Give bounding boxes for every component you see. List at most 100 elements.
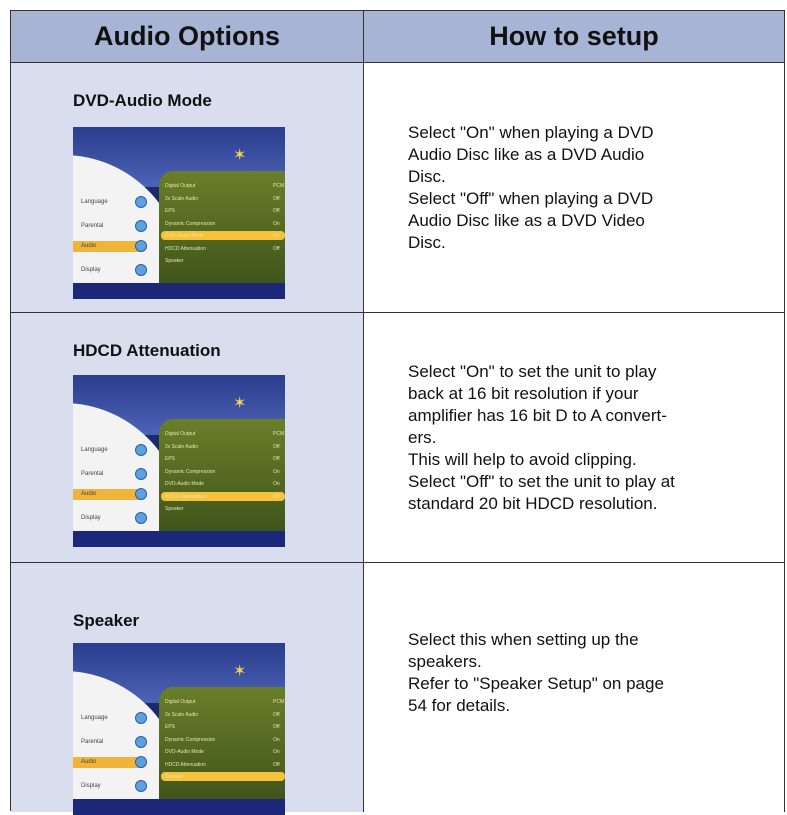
menu-item: EPS xyxy=(165,456,176,462)
menu-screenshot: ✶ Language Parental Audio Display Digital Out… xyxy=(73,643,285,815)
table-row: DVD-Audio Mode ✶ Language Parental Audio Dis… xyxy=(11,63,785,313)
setup-cell: Select "On" to set the unit to play back… xyxy=(364,313,785,563)
menu-side-bullet-icon xyxy=(135,512,147,524)
menu-item-value: Off xyxy=(273,195,280,202)
menu-item: Dynamic Compression xyxy=(165,468,216,475)
disc-icon: ✶ xyxy=(233,663,247,680)
option-title: Speaker xyxy=(73,611,140,630)
desc-line: ers. xyxy=(408,427,437,447)
menu-item: Speaker xyxy=(165,506,184,512)
option-title: DVD-Audio Mode xyxy=(73,91,212,110)
desc-line: Select this when setting up the xyxy=(408,629,639,649)
menu-item-value: On xyxy=(273,481,280,487)
disc-icon: ✶ xyxy=(233,395,247,412)
option-cell: Speaker ✶ Language Parental Audio Display Dig… xyxy=(11,563,364,815)
menu-item: Dynamic Compression xyxy=(165,220,216,227)
menu-item: Digital Output xyxy=(165,183,196,189)
menu-side-item: Language xyxy=(81,199,108,205)
menu-side-item: Audio xyxy=(81,243,97,249)
desc-line: Select "On" to set the unit to play xyxy=(408,361,657,381)
menu-item-value: On xyxy=(273,220,280,227)
menu-side-item: Display xyxy=(81,515,101,521)
menu-item: DVD-Audio Mode xyxy=(165,481,204,487)
menu-item: 2x Scale Audio xyxy=(165,195,199,202)
menu-side-bullet-icon xyxy=(135,240,147,252)
menu-side-item: Audio xyxy=(81,491,97,497)
menu-item-value: Off xyxy=(273,711,280,718)
menu-side-bullet-icon xyxy=(135,444,147,456)
menu-item-value: On xyxy=(273,736,280,743)
menu-side-item: Parental xyxy=(81,471,104,477)
option-cell: HDCD Attenuation ✶ Language Parental Audio D… xyxy=(11,313,364,563)
menu-item-value: Off xyxy=(273,493,280,500)
desc-line: standard 20 bit HDCD resolution. xyxy=(408,493,658,513)
menu-item: Digital Output xyxy=(165,431,196,437)
setup-cell: Select "On" when playing a DVD Audio Dis… xyxy=(364,63,785,313)
desc-line: Select "Off" when playing a DVD xyxy=(408,188,654,208)
audio-options-table: Audio Options How to setup DVD-Audio Mod… xyxy=(10,10,785,815)
menu-side-item: Display xyxy=(81,267,101,273)
menu-side-bullet-icon xyxy=(135,736,147,748)
menu-side-item: Parental xyxy=(81,223,104,229)
disc-icon: ✶ xyxy=(233,147,247,164)
menu-item-value: Off xyxy=(273,245,280,252)
menu-item-value: PCM xyxy=(273,699,285,705)
menu-item: HDCD Attenuation xyxy=(165,245,206,252)
menu-side-bullet-icon xyxy=(135,488,147,500)
desc-line: This will help to avoid clipping. xyxy=(408,449,637,469)
header-audio-options: Audio Options xyxy=(11,11,364,63)
menu-item: HDCD Attenuation xyxy=(165,493,206,500)
menu-item: Speaker xyxy=(165,774,184,780)
desc-line: back at 16 bit resolution if your xyxy=(408,383,639,403)
table-row: Speaker ✶ Language Parental Audio Display Dig… xyxy=(11,563,785,815)
menu-side-bullet-icon xyxy=(135,264,147,276)
menu-bottom-bar xyxy=(73,283,285,299)
menu-item: Digital Output xyxy=(165,699,196,705)
menu-item-value: On xyxy=(273,468,280,475)
desc-line: Audio Disc like as a DVD Audio xyxy=(408,144,645,164)
menu-item-value: Off xyxy=(273,724,280,730)
menu-item: DVD-Audio Mode xyxy=(165,749,204,755)
desc-line: Disc. xyxy=(408,166,446,186)
menu-item: EPS xyxy=(165,208,176,214)
menu-side-bullet-icon xyxy=(135,220,147,232)
menu-item: 2x Scale Audio xyxy=(165,711,199,718)
menu-side-bullet-icon xyxy=(135,780,147,792)
menu-side-item: Language xyxy=(81,447,108,453)
desc-line: amplifier has 16 bit D to A convert- xyxy=(408,405,667,425)
menu-item-value: Off xyxy=(273,443,280,450)
menu-item-value: PCM xyxy=(273,183,285,189)
desc-line: Refer to "Speaker Setup" on page xyxy=(408,673,664,693)
desc-line: Select "Off" to set the unit to play at xyxy=(408,471,675,491)
setup-description: Select this when setting up the speakers… xyxy=(364,629,784,717)
menu-item-value: Off xyxy=(273,456,280,462)
desc-line: Select "On" when playing a DVD xyxy=(408,122,654,142)
menu-item: Dynamic Compression xyxy=(165,736,216,743)
menu-bottom-bar xyxy=(73,799,285,815)
menu-item: Speaker xyxy=(165,258,184,264)
menu-item: EPS xyxy=(165,724,176,730)
menu-side-item: Display xyxy=(81,783,101,789)
menu-item: HDCD Attenuation xyxy=(165,761,206,768)
menu-side-bullet-icon xyxy=(135,756,147,768)
menu-side-bullet-icon xyxy=(135,196,147,208)
menu-item: DVD-Audio Mode xyxy=(165,233,204,239)
desc-line: Disc. xyxy=(408,232,446,252)
menu-side-item: Audio xyxy=(81,759,97,765)
desc-line: Audio Disc like as a DVD Video xyxy=(408,210,645,230)
desc-line: 54 for details. xyxy=(408,695,511,715)
header-how-to-setup: How to setup xyxy=(364,11,785,63)
menu-screenshot: ✶ Language Parental Audio Display Digital Out… xyxy=(73,127,285,299)
setup-description: Select "On" to set the unit to play back… xyxy=(364,361,784,515)
menu-item-value: On xyxy=(273,233,280,239)
menu-side-bullet-icon xyxy=(135,712,147,724)
menu-item-value: Off xyxy=(273,208,280,214)
menu-item-value: PCM xyxy=(273,431,285,437)
desc-line: speakers. xyxy=(408,651,482,671)
menu-side-item: Parental xyxy=(81,739,104,745)
menu-side-item: Language xyxy=(81,715,108,721)
option-cell: DVD-Audio Mode ✶ Language Parental Audio Dis… xyxy=(11,63,364,313)
setup-description: Select "On" when playing a DVD Audio Dis… xyxy=(364,122,784,254)
menu-item-value: Off xyxy=(273,761,280,768)
option-title: HDCD Attenuation xyxy=(73,341,221,360)
